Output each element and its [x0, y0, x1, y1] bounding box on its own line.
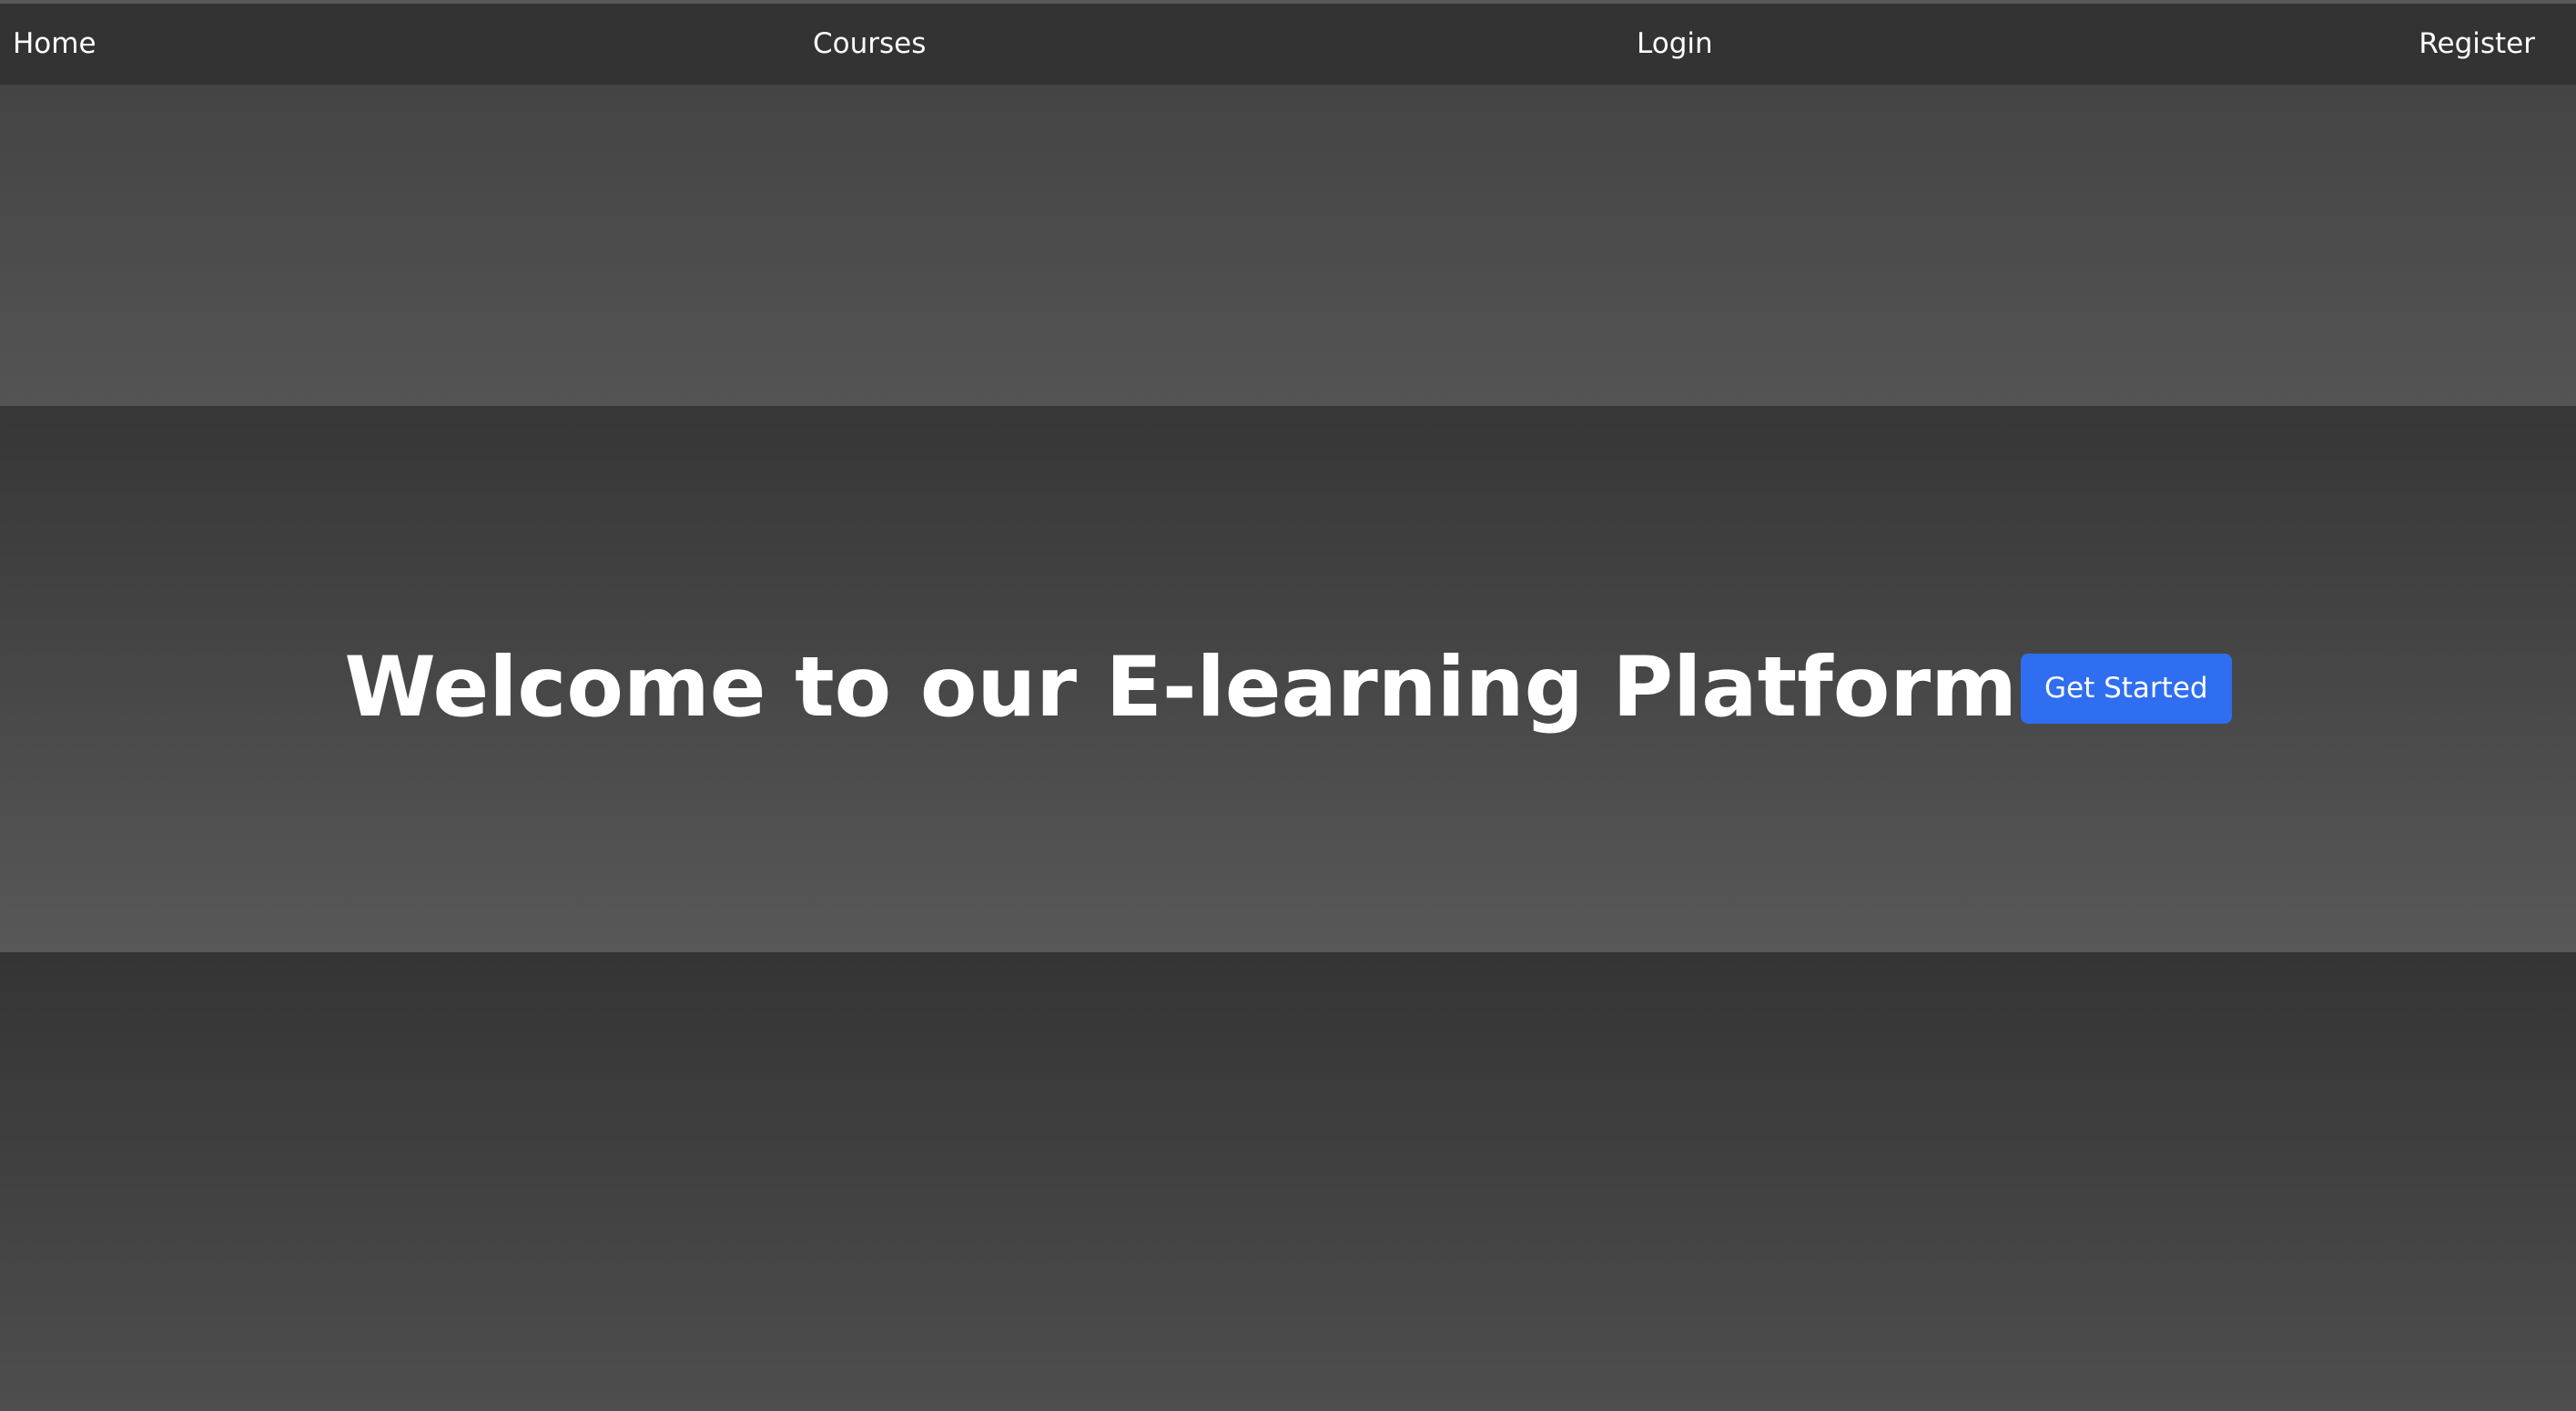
top-navbar: Home Courses Login Register	[0, 4, 2576, 85]
upper-section	[0, 85, 2576, 406]
hero-title: Welcome to our E-learning Platform	[344, 640, 2017, 736]
nav-link-register[interactable]: Register	[2419, 4, 2535, 85]
get-started-button[interactable]: Get Started	[2021, 653, 2232, 724]
hero-content: Welcome to our E-learning Platform Get S…	[0, 406, 2576, 952]
lower-section	[0, 952, 2576, 1411]
nav-link-courses[interactable]: Courses	[813, 4, 926, 85]
nav-link-home[interactable]: Home	[13, 4, 96, 85]
nav-link-login[interactable]: Login	[1637, 4, 1713, 85]
hero-section: Welcome to our E-learning Platform Get S…	[0, 406, 2576, 952]
